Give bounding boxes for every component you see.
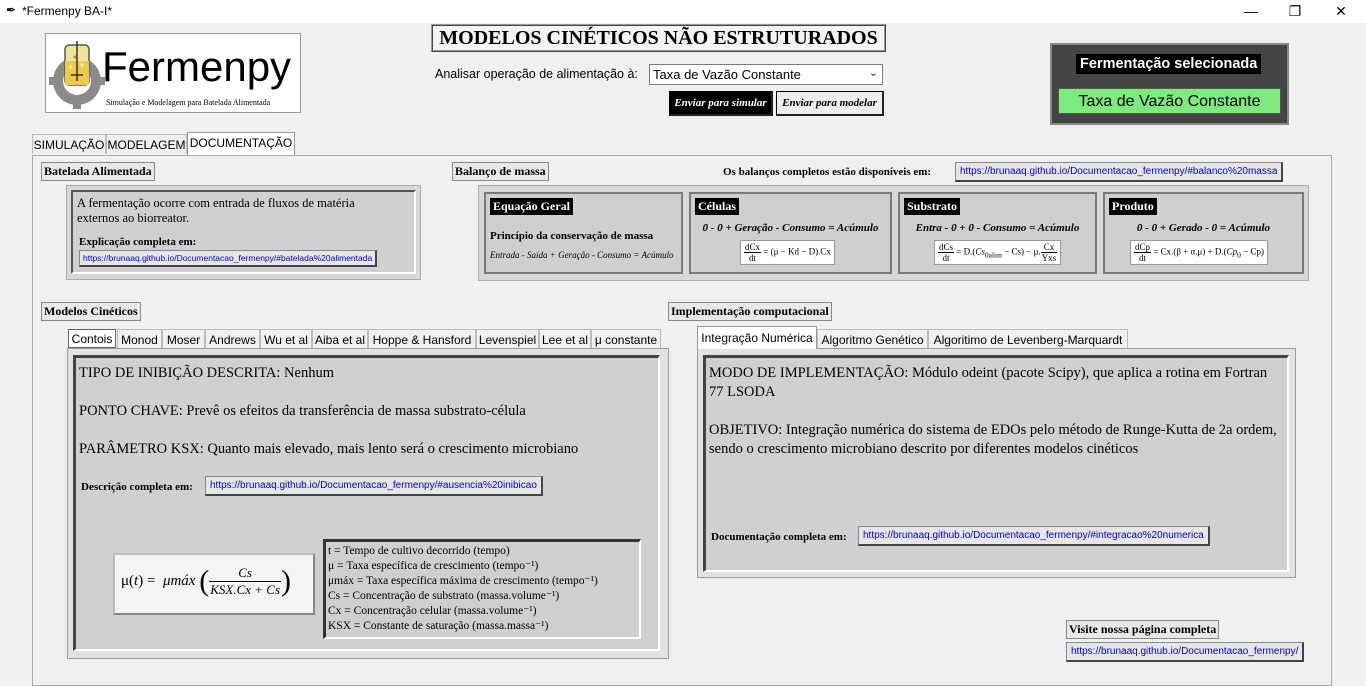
product-formula: dCp dt = Cx.(β + α.μ) + D.(Cp0 − Cp) <box>1130 240 1268 265</box>
selected-fermentation-panel: Fermentação selecionada Taxa de Vazão Co… <box>1050 43 1289 125</box>
visit-link[interactable]: https://brunaaq.github.io/Documentacao_f… <box>1066 642 1305 662</box>
product-equation: 0 - 0 + Gerado - 0 = Acúmulo <box>1136 222 1271 234</box>
implementation-link[interactable]: https://brunaaq.github.io/Documentacao_f… <box>858 526 1210 546</box>
general-equation-subtitle: Princípio da conservação de massa <box>490 230 654 242</box>
tab-moser[interactable]: Moser <box>162 329 205 349</box>
general-equation-box: Equação Geral Princípio da conservação d… <box>484 192 683 274</box>
general-equation-text: Entrada - Saída + Geração - Consumo = Ac… <box>490 250 674 260</box>
tab-levenberg-marquardt[interactable]: Algoritimo de Levenberg-Marquardt <box>928 329 1128 349</box>
send-simulate-button[interactable]: Enviar para simular <box>669 91 773 116</box>
cells-box: Células 0 - 0 + Geração - Consumo = Acúm… <box>689 192 892 274</box>
kinetic-desc-label: Descrição completa em: <box>81 481 193 493</box>
substrate-box: Substrato Entra - 0 + 0 - Consumo = Acúm… <box>898 192 1097 274</box>
implementation-tabs: Integração Numérica Algoritmo Genético A… <box>697 326 1137 349</box>
title-bar: ✒ *Fermenpy BA-I* — ❐ ✕ <box>0 0 1366 23</box>
substrate-title: Substrato <box>904 198 961 215</box>
mass-balance-header: Balanço de massa <box>452 162 549 181</box>
inhibition-text: TIPO DE INIBIÇÃO DESCRITA: Nenhum <box>79 365 334 381</box>
tab-wu-et-al[interactable]: Wu et al <box>260 329 312 349</box>
feed-label: Analisar operação de alimentação à: <box>435 67 638 81</box>
close-icon[interactable]: ✕ <box>1318 0 1364 23</box>
mass-balance-complete-label: Os balanços completos estão disponíveis … <box>723 166 932 178</box>
kinetic-content: TIPO DE INIBIÇÃO DESCRITA: Nenhum PONTO … <box>73 355 660 651</box>
contois-formula: μ(t) = μmáx (Cs KSX.Cx + Cs) <box>113 553 315 615</box>
implementation-objective: OBJETIVO: Integração numérica do sistema… <box>709 422 1277 457</box>
fed-batch-frame: A fermentação ocorre com entrada de flux… <box>66 185 421 280</box>
feed-select-value: Taxa de Vazão Constante <box>653 67 801 82</box>
legend-item: μ = Taxa específica de crescimento (temp… <box>328 560 539 572</box>
tab-algoritmo-genetico[interactable]: Algoritmo Genético <box>817 329 928 349</box>
fermenpy-logo: Fermenpy Simulação e Modelagem para Bate… <box>45 33 301 113</box>
general-equation-title: Equação Geral <box>490 198 573 215</box>
implementation-frame: MODO DE IMPLEMENTAÇÃO: Módulo odeint (pa… <box>697 348 1296 578</box>
kinetic-header: Modelos Cinéticos <box>41 302 141 321</box>
tab-aiba-et-al[interactable]: Aiba et al <box>312 329 368 349</box>
tab-modelagem[interactable]: MODELAGEM <box>106 134 187 154</box>
legend-item: μmáx = Taxa específica máxima de crescim… <box>328 575 598 587</box>
tab-andrews[interactable]: Andrews <box>205 329 260 349</box>
fed-batch-box: A fermentação ocorre com entrada de flux… <box>71 190 416 274</box>
tab-documentacao[interactable]: DOCUMENTAÇÃO <box>187 132 295 155</box>
implementation-doc-label: Documentação completa em: <box>711 531 847 543</box>
logo-tagline: Simulação e Modelagem para Batelada Alim… <box>106 98 271 107</box>
tab-simulacao[interactable]: SIMULAÇÃO <box>32 134 106 154</box>
substrate-equation: Entra - 0 + 0 - Consumo = Acúmulo <box>915 222 1080 234</box>
tab-contois[interactable]: Contois <box>68 329 116 348</box>
product-box: Produto 0 - 0 + Gerado - 0 = Acúmulo dCp… <box>1103 192 1304 274</box>
fed-batch-header: Batelada Alimentada <box>41 162 155 181</box>
tab-mu-constante[interactable]: μ constante <box>591 329 661 349</box>
tab-hoppe-hansford[interactable]: Hoppe & Hansford <box>368 329 476 349</box>
main-tabs: SIMULAÇÃO MODELAGEM DOCUMENTAÇÃO <box>32 132 332 156</box>
minimize-icon[interactable]: — <box>1228 0 1274 23</box>
visit-header: Visite nossa página completa <box>1066 620 1220 639</box>
cells-formula: dCx dt = (μ − Kd − D).Cx <box>740 240 835 265</box>
parameter-text: PARÂMETRO KSX: Quanto mais elevado, mais… <box>79 441 579 457</box>
implementation-header: Implementação computacional <box>668 302 832 321</box>
implementation-mode: MODO DE IMPLEMENTAÇÃO: Módulo odeint (pa… <box>709 365 1268 400</box>
variable-legend: t = Tempo de cultivo decorrido (tempo) μ… <box>323 539 641 639</box>
key-point-text: PONTO CHAVE: Prevê os efeitos da transfe… <box>79 403 526 419</box>
kinetic-tabs: Contois Monod Moser Andrews Wu et al Aib… <box>68 329 662 349</box>
selected-value: Taxa de Vazão Constante <box>1058 88 1281 114</box>
cells-title: Células <box>695 198 740 215</box>
tab-lee-et-al[interactable]: Lee et al <box>539 329 591 349</box>
product-title: Produto <box>1109 198 1157 215</box>
legend-item: KSX = Constante de saturação (massa.mass… <box>328 620 549 632</box>
page-title: MODELOS CINÉTICOS NÃO ESTRUTURADOS <box>431 24 886 52</box>
fed-batch-explain-label: Explicação completa em: <box>79 236 197 248</box>
legend-item: Cs = Concentração de substrato (massa.vo… <box>328 590 560 602</box>
send-model-button[interactable]: Enviar para modelar <box>776 91 884 116</box>
kinetic-frame: TIPO DE INIBIÇÃO DESCRITA: Nenhum PONTO … <box>67 348 669 659</box>
tab-monod[interactable]: Monod <box>117 329 162 349</box>
feather-icon: ✒ <box>6 3 17 17</box>
fed-batch-text: A fermentação ocorre com entrada de flux… <box>77 196 355 225</box>
logo-name: Fermenpy <box>102 43 292 90</box>
fed-batch-link[interactable]: https://brunaaq.github.io/Documentacao_f… <box>79 250 378 267</box>
legend-item: Cx = Concentração celular (massa.volume⁻… <box>328 605 537 617</box>
chevron-down-icon: ⌄ <box>868 67 878 79</box>
tab-levenspiel[interactable]: Levenspiel <box>476 329 539 349</box>
implementation-content: MODO DE IMPLEMENTAÇÃO: Módulo odeint (pa… <box>703 355 1289 572</box>
tab-integracao-numerica[interactable]: Integração Numérica <box>697 326 817 349</box>
mass-balance-frame: Equação Geral Princípio da conservação d… <box>478 185 1309 281</box>
bioreactor-gear-icon <box>49 41 105 109</box>
selected-title: Fermentação selecionada <box>1076 54 1262 74</box>
substrate-formula: dCs dt = D.(Cs0alim − Cs) − μ. Cx Yxs <box>934 240 1062 265</box>
maximize-icon[interactable]: ❐ <box>1272 0 1318 23</box>
legend-item: t = Tempo de cultivo decorrido (tempo) <box>328 545 510 557</box>
kinetic-link[interactable]: https://brunaaq.github.io/Documentacao_f… <box>205 476 543 496</box>
cells-equation: 0 - 0 + Geração - Consumo = Acúmulo <box>702 222 879 234</box>
window-title: *Fermenpy BA-I* <box>22 4 113 18</box>
feed-select[interactable]: Taxa de Vazão Constante ⌄ <box>649 64 883 85</box>
mass-balance-link[interactable]: https://brunaaq.github.io/Documentacao_f… <box>955 162 1284 182</box>
